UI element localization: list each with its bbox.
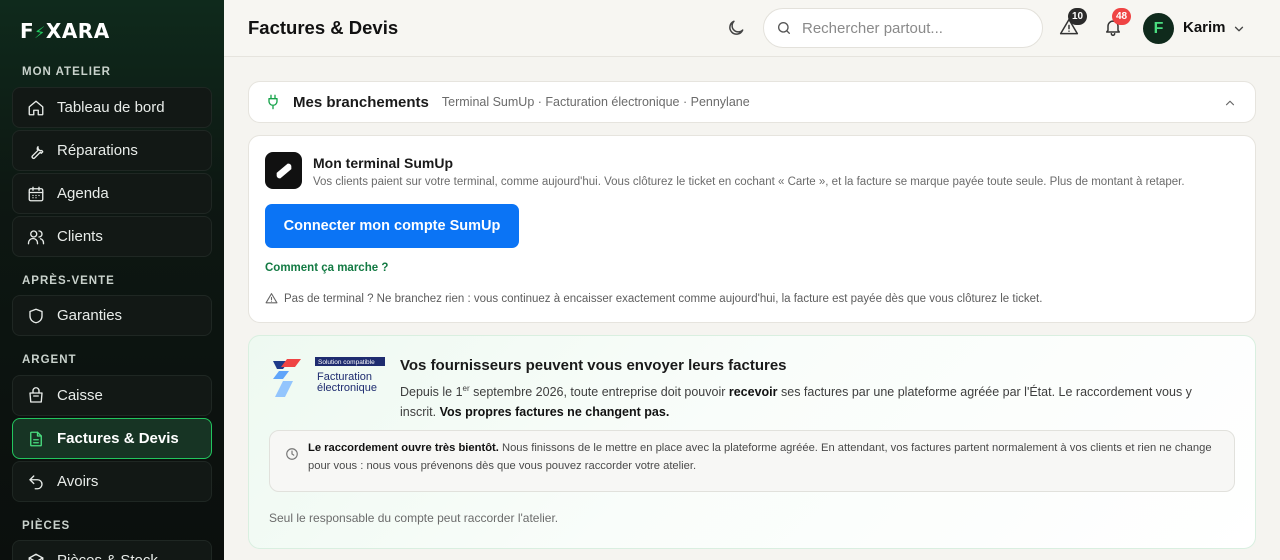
- alerts-button[interactable]: 10: [1059, 8, 1088, 39]
- section-label-apres-vente: APRÈS-VENTE: [22, 275, 115, 287]
- e-invoicing-description: Depuis le 1er septembre 2026, toute entr…: [400, 384, 1192, 420]
- section-label-argent: ARGENT: [22, 354, 77, 366]
- sumup-terminal-card: Mon terminal SumUp Vos clients paient su…: [248, 135, 1256, 323]
- app-logo[interactable]: F⚡XARA: [20, 19, 110, 43]
- sidebar-item-caisse[interactable]: Caisse: [12, 375, 212, 416]
- sidebar-item-label: Factures & Devis: [57, 430, 179, 447]
- sidebar-item-label: Garanties: [57, 307, 123, 324]
- sidebar-item-label: Avoirs: [57, 473, 99, 490]
- sidebar-item-label: Agenda: [57, 185, 109, 202]
- sidebar-item-label: Clients: [57, 228, 103, 245]
- connect-sumup-button[interactable]: Connecter mon compte SumUp: [265, 204, 519, 248]
- sidebar-item-label: Réparations: [57, 142, 138, 159]
- e-invoicing-card: Solution compatible Facturation électron…: [248, 335, 1256, 549]
- sidebar-item-avoirs[interactable]: Avoirs: [12, 461, 212, 502]
- search-input[interactable]: [802, 19, 1022, 37]
- svg-text:électronique: électronique: [317, 382, 377, 394]
- plug-icon: [268, 94, 278, 110]
- sidebar-item-pieces-stock[interactable]: Pièces & Stock: [12, 540, 212, 560]
- top-header: Factures & Devis 10 48 F Karim: [224, 0, 1280, 57]
- cash-register-icon: [29, 386, 43, 403]
- calendar-icon: [28, 186, 44, 201]
- box-icon: [28, 553, 44, 560]
- info-box: Le raccordement ouvre très bientôt. Nous…: [269, 430, 1235, 492]
- sumup-logo: [265, 152, 302, 189]
- alerts-count-badge: 10: [1068, 8, 1088, 25]
- sumup-note-text: Pas de terminal ? Ne branchez rien : vou…: [284, 292, 1043, 305]
- notifications-count-badge: 48: [1112, 8, 1132, 25]
- wrench-icon: [31, 145, 44, 159]
- e-invoicing-title: Vos fournisseurs peuvent vous envoyer le…: [400, 357, 787, 374]
- chevron-up-icon[interactable]: [1223, 96, 1237, 110]
- connections-subtitle: Terminal SumUp · Facturation électroniqu…: [441, 95, 750, 109]
- sumup-note: Pas de terminal ? Ne branchez rien : vou…: [265, 292, 1042, 305]
- sidebar: F⚡XARA MON ATELIER Tableau de bord Répar…: [0, 0, 224, 560]
- sidebar-item-garanties[interactable]: Garanties: [12, 295, 212, 336]
- sidebar-item-label: Tableau de bord: [57, 99, 165, 116]
- sumup-description: Vos clients paient sur votre terminal, c…: [313, 176, 1185, 188]
- search-icon: [778, 22, 790, 34]
- chevron-down-icon[interactable]: [1232, 22, 1246, 36]
- sidebar-item-label: Caisse: [57, 387, 103, 404]
- sidebar-item-factures-devis[interactable]: Factures & Devis: [12, 418, 212, 459]
- undo-icon: [29, 474, 43, 489]
- user-name[interactable]: Karim: [1183, 19, 1226, 36]
- users-icon: [27, 229, 45, 244]
- warning-icon: [265, 293, 278, 304]
- facturation-electronique-logo: Solution compatible Facturation électron…: [273, 357, 385, 397]
- section-label-pieces: PIÈCES: [22, 520, 71, 532]
- bolt-icon: ⚡: [34, 23, 46, 42]
- clock-icon: [286, 448, 298, 460]
- section-label-mon-atelier: MON ATELIER: [22, 66, 111, 78]
- avatar[interactable]: F: [1143, 13, 1174, 44]
- theme-toggle[interactable]: [726, 18, 748, 40]
- shield-icon: [29, 308, 43, 323]
- connections-panel-header[interactable]: Mes branchements Terminal SumUp · Factur…: [248, 81, 1256, 123]
- home-icon: [28, 100, 44, 115]
- e-invoicing-footer-note: Seul le responsable du compte peut racco…: [269, 511, 559, 525]
- global-search[interactable]: [763, 8, 1043, 48]
- info-text: Le raccordement ouvre très bientôt. Nous…: [308, 442, 1212, 472]
- sidebar-item-tableau-de-bord[interactable]: Tableau de bord: [12, 87, 212, 128]
- sidebar-item-clients[interactable]: Clients: [12, 216, 212, 257]
- sidebar-item-label: Pièces & Stock: [57, 552, 158, 560]
- sidebar-item-agenda[interactable]: Agenda: [12, 173, 212, 214]
- how-it-works-link[interactable]: Comment ça marche ?: [265, 262, 388, 274]
- sumup-logo-icon: [276, 163, 291, 178]
- document-icon: [30, 431, 42, 446]
- sidebar-item-reparations[interactable]: Réparations: [12, 130, 212, 171]
- moon-icon: [729, 20, 744, 35]
- connections-title: Mes branchements: [293, 93, 429, 111]
- page-title: Factures & Devis: [248, 17, 399, 38]
- svg-text:Solution compatible: Solution compatible: [318, 359, 375, 366]
- sumup-title: Mon terminal SumUp: [313, 155, 454, 171]
- notifications-button[interactable]: 48: [1103, 8, 1132, 39]
